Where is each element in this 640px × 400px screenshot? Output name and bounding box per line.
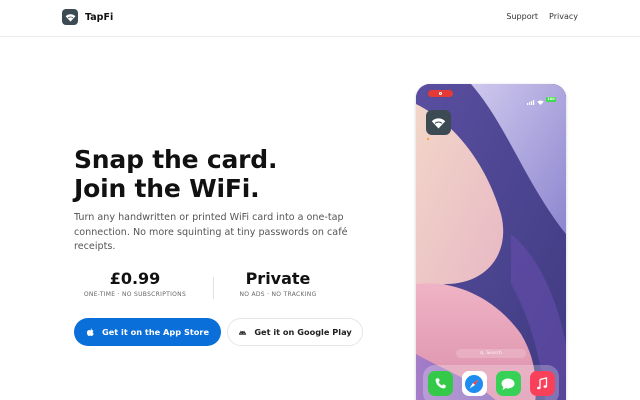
phone-icon [435, 378, 446, 389]
wifi-icon [537, 90, 544, 109]
apple-icon [86, 327, 95, 337]
hero-subtext: Turn any handwritten or printed WiFi car… [74, 212, 348, 253]
app-notification-dot [427, 138, 429, 140]
signal-icon [527, 90, 535, 109]
privacy-value: Private [245, 269, 311, 288]
privacy-label: NO ADS · NO TRACKING [239, 291, 317, 298]
phone-status-bar: 100 [416, 84, 566, 105]
headline-line-2: Join the WiFi. [74, 174, 260, 203]
android-icon [238, 328, 247, 337]
app-store-button-label: Get it on the App Store [102, 327, 209, 337]
status-icons: 100 [527, 90, 556, 109]
phone-app-icon[interactable] [427, 371, 453, 396]
nav-privacy-link[interactable]: Privacy [549, 12, 578, 21]
top-nav: Support Privacy [506, 12, 578, 21]
battery-icon: 100 [546, 97, 556, 102]
phone-mockup: 100 Search [416, 84, 566, 400]
messages-app-icon[interactable] [495, 371, 521, 396]
tapfi-app-icon[interactable] [426, 110, 451, 135]
headline-line-1: Snap the card. [74, 145, 278, 174]
nav-support-link[interactable]: Support [506, 12, 538, 21]
google-play-button-label: Get it on Google Play [254, 327, 352, 337]
brand-name: TapFi [85, 11, 114, 23]
search-label: Search [486, 351, 502, 356]
privacy-stat: Private NO ADS · NO TRACKING [228, 269, 328, 298]
music-icon [537, 376, 548, 389]
home-search-pill[interactable]: Search [456, 349, 526, 358]
hero-headline: Snap the card. Join the WiFi. [74, 145, 277, 203]
wifi-logo-icon [62, 9, 78, 25]
messages-icon [501, 378, 515, 390]
phone-dock [423, 365, 559, 400]
google-play-button[interactable]: Get it on Google Play [227, 318, 363, 346]
safari-app-icon[interactable] [461, 371, 487, 396]
price-stat: £0.99 ONE-TIME · NO SUBSCRIPTIONS [74, 269, 196, 298]
site-header: TapFi Support Privacy [0, 0, 640, 37]
music-app-icon[interactable] [529, 371, 555, 396]
brand[interactable]: TapFi [62, 9, 113, 25]
search-icon [480, 350, 485, 357]
price-label: ONE-TIME · NO SUBSCRIPTIONS [83, 291, 187, 298]
recording-indicator [428, 90, 453, 97]
price-value: £0.99 [109, 269, 161, 288]
stats-divider [213, 277, 214, 299]
safari-icon [465, 374, 483, 393]
app-store-button[interactable]: Get it on the App Store [74, 318, 221, 346]
